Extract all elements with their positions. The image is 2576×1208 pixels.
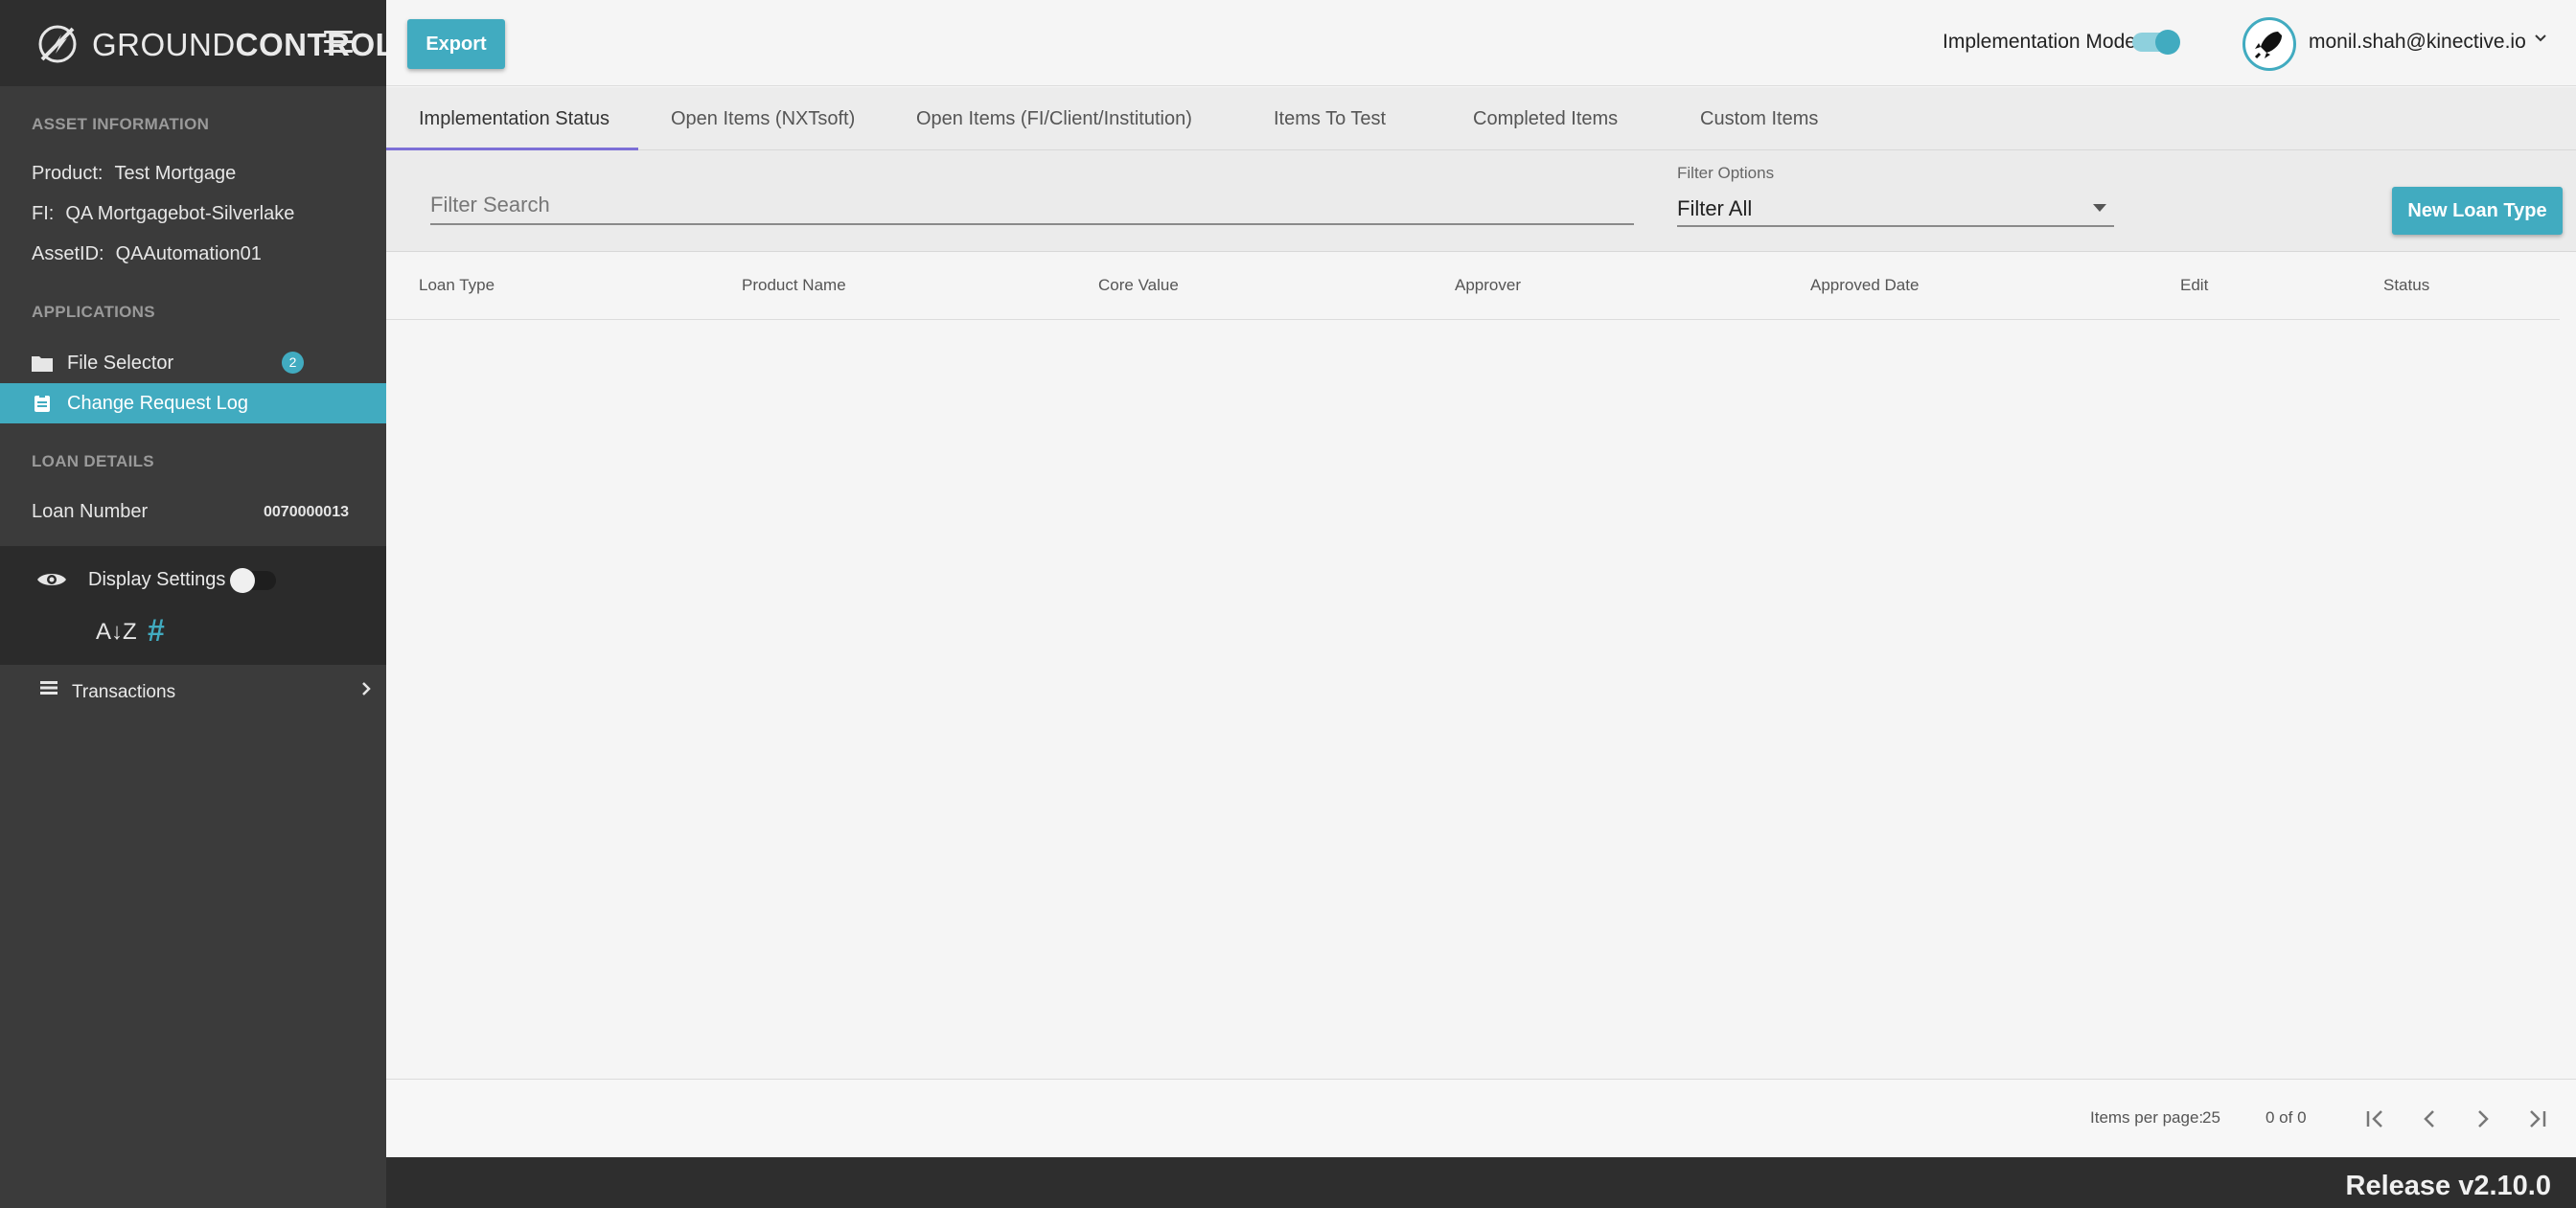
loan-number-label: Loan Number (32, 501, 149, 522)
items-per-page-select[interactable]: 25 (2202, 1108, 2220, 1128)
top-bar: Export Implementation Mode monil.shah@ki… (386, 0, 2576, 86)
filter-bar: Filter Options Filter All New Loan Type (386, 150, 2576, 252)
display-settings-label: Display Settings (88, 569, 226, 590)
column-header-core-value[interactable]: Core Value (1098, 276, 1179, 295)
asset-id-label: AssetID: (32, 243, 104, 264)
column-header-approver[interactable]: Approver (1455, 276, 1521, 295)
tab-implementation-status[interactable]: Implementation Status (419, 87, 610, 150)
tab-open-items-nxtsoft[interactable]: Open Items (NXTsoft) (671, 87, 855, 150)
chevron-down-icon[interactable] (2533, 31, 2548, 46)
filter-options-label: Filter Options (1677, 164, 1775, 182)
filter-selected-value: Filter All (1677, 196, 1753, 220)
column-header-status[interactable]: Status (2383, 276, 2429, 295)
table-header: Loan Type Product Name Core Value Approv… (386, 253, 2560, 320)
user-email[interactable]: monil.shah@kinective.io (2309, 31, 2526, 54)
tab-open-items-fi-client[interactable]: Open Items (FI/Client/Institution) (916, 87, 1192, 150)
footer: Release v2.10.0 (386, 1157, 2576, 1208)
rocket-icon (2254, 32, 2282, 59)
asset-id-info: AssetID: QAAutomation01 (32, 243, 262, 265)
transactions-label: Transactions (72, 682, 176, 702)
tab-custom-items[interactable]: Custom Items (1700, 87, 1818, 150)
asset-id-value: QAAutomation01 (115, 243, 262, 264)
product-info: Product: Test Mortgage (32, 163, 236, 185)
sort-az-icon[interactable]: A↓Z (96, 619, 137, 646)
tab-completed-items[interactable]: Completed Items (1473, 87, 1618, 150)
items-per-page-label: Items per page: (2090, 1108, 2204, 1127)
loan-details-title: LOAN DETAILS (32, 452, 154, 470)
chevron-right-icon (362, 682, 371, 695)
eye-icon (37, 574, 66, 585)
paginator: Items per page: 25 0 of 0 (386, 1079, 2576, 1157)
previous-page-icon[interactable] (2412, 1103, 2447, 1135)
fi-label: FI: (32, 203, 55, 224)
sidebar-item-label: Change Request Log (67, 393, 249, 414)
page-range-label: 0 of 0 (2266, 1108, 2307, 1127)
display-settings-toggle[interactable] (230, 568, 276, 593)
hamburger-menu-icon[interactable] (324, 31, 353, 56)
loan-number-value: 0070000013 (264, 504, 349, 520)
hash-icon[interactable]: # (148, 613, 165, 649)
export-button[interactable]: Export (407, 19, 505, 69)
implementation-mode-label: Implementation Mode (1943, 31, 2136, 53)
fi-value: QA Mortgagebot-Silverlake (65, 203, 295, 224)
sidebar-item-change-request-log[interactable]: Change Request Log (0, 383, 386, 423)
caret-down-icon (2093, 204, 2106, 212)
sidebar-item-file-selector[interactable]: File Selector 2 (0, 343, 386, 383)
display-settings-panel: Display Settings A↓Z # (0, 546, 386, 665)
groundcontrol-logo-icon (38, 25, 77, 63)
column-header-product-name[interactable]: Product Name (742, 276, 846, 295)
new-loan-type-button[interactable]: New Loan Type (2392, 187, 2563, 235)
list-icon (40, 681, 58, 695)
filter-options-select[interactable]: Filter All (1677, 189, 2114, 227)
applications-title: APPLICATIONS (32, 303, 155, 321)
release-version: Release v2.10.0 (2345, 1171, 2551, 1201)
tab-bar: Implementation Status Open Items (NXTsof… (386, 87, 2576, 150)
fi-info: FI: QA Mortgagebot-Silverlake (32, 203, 294, 225)
brand-header: GROUNDCONTROL (0, 0, 395, 86)
clipboard-icon (34, 395, 50, 412)
column-header-loan-type[interactable]: Loan Type (419, 276, 494, 295)
folder-icon (32, 356, 53, 372)
sidebar-item-label: File Selector (67, 353, 174, 374)
asset-info-title: ASSET INFORMATION (32, 115, 210, 133)
implementation-mode-toggle[interactable] (2132, 30, 2180, 55)
last-page-icon[interactable] (2519, 1103, 2554, 1135)
filter-search-input[interactable] (430, 187, 1634, 225)
next-page-icon[interactable] (2466, 1103, 2500, 1135)
sidebar: GROUNDCONTROL ASSET INFORMATION Product:… (0, 0, 395, 1208)
tab-items-to-test[interactable]: Items To Test (1274, 87, 1386, 150)
product-value: Test Mortgage (114, 163, 237, 184)
file-count-badge: 2 (282, 352, 304, 374)
column-header-approved-date[interactable]: Approved Date (1810, 276, 1919, 295)
first-page-icon[interactable] (2358, 1103, 2393, 1135)
column-header-edit: Edit (2180, 276, 2209, 294)
avatar[interactable] (2242, 17, 2296, 71)
sidebar-item-transactions[interactable]: Transactions (0, 671, 386, 713)
product-label: Product: (32, 163, 104, 184)
